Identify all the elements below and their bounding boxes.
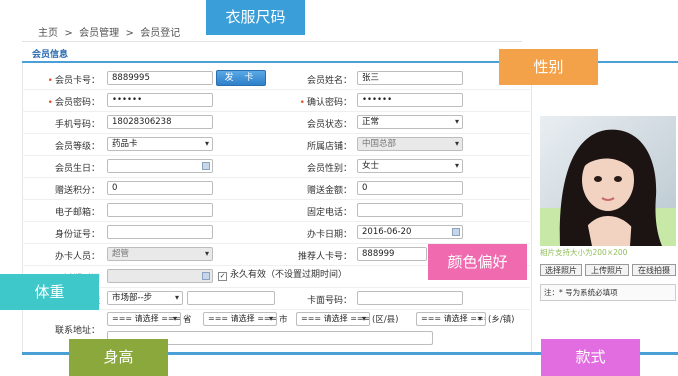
tag-weight: 体重 (0, 274, 99, 310)
password-label: • 会员密码： (47, 98, 100, 108)
city-select[interactable]: === 请选择 === (203, 312, 277, 326)
photo-caption: 相片支持大小为200×200 (540, 248, 628, 257)
select-photo-button[interactable]: 选择照片 (540, 264, 582, 276)
status-select[interactable]: 正常 (357, 115, 463, 129)
section-title: 会员信息 (32, 50, 69, 60)
tag-clothes-size: 衣服尺码 (206, 0, 305, 35)
row-divider (22, 199, 530, 200)
breadcrumb-home[interactable]: 主页 (38, 28, 58, 39)
breadcrumb: 主页 > 会员管理 > 会员登记 (38, 24, 180, 39)
gender-label: 会员性别： (306, 164, 352, 174)
card-number-label: • 会员卡号： (47, 76, 100, 86)
expiry-input[interactable] (107, 269, 213, 283)
email-input[interactable] (107, 203, 213, 217)
landline-label: 固定电话： (306, 208, 352, 218)
card-date-input[interactable]: 2016-06-20 (357, 225, 463, 239)
member-name-input[interactable]: 张三 (357, 71, 463, 85)
district-suffix: (区/县) (372, 315, 399, 325)
staff-input[interactable] (187, 291, 275, 305)
birthday-input[interactable] (107, 159, 213, 173)
handler-label: 办卡人员： (54, 252, 100, 262)
divider (22, 41, 522, 42)
phone-input[interactable]: 18028306238 (107, 115, 213, 129)
row-divider (22, 111, 530, 112)
confirm-password-label: • 确认密码： (299, 98, 352, 108)
province-select[interactable]: === 请选择 === (107, 312, 181, 326)
confirm-password-input[interactable]: •••••• (357, 93, 463, 107)
calendar-icon[interactable] (202, 272, 210, 280)
status-label: 会员状态： (306, 120, 352, 130)
handler-select[interactable]: 超管 (107, 247, 213, 261)
birthday-label: 会员生日： (54, 164, 100, 174)
landline-input[interactable] (357, 203, 463, 217)
phone-label: 手机号码： (54, 120, 100, 130)
row-divider (22, 133, 530, 134)
breadcrumb-separator: > (64, 28, 73, 39)
referrer-input[interactable]: 888999 (357, 247, 427, 261)
town-select[interactable]: === 请选择 === (416, 312, 486, 326)
level-select[interactable]: 药品卡 (107, 137, 213, 151)
row-divider (22, 89, 530, 90)
gift-amount-label: 赠送金额： (306, 186, 352, 196)
tag-style: 款式 (541, 339, 640, 376)
row-divider (22, 221, 530, 222)
referrer-label: 推荐人卡号： (297, 252, 352, 262)
id-card-label: 身份证号： (54, 230, 100, 240)
card-number-input[interactable]: 8889995 (107, 71, 213, 85)
breadcrumb-member-register: 会员登记 (140, 28, 181, 39)
row-divider (22, 155, 530, 156)
address-label: 联系地址： (54, 326, 100, 336)
gift-amount-input[interactable]: 0 (357, 181, 463, 195)
issue-card-button[interactable]: 发 卡 (216, 70, 266, 86)
email-label: 电子邮箱： (54, 208, 100, 218)
tag-gender: 性别 (499, 49, 598, 85)
district-select[interactable]: === 请选择 === (296, 312, 370, 326)
level-label: 会员等级： (54, 142, 100, 152)
store-label: 所属店铺： (306, 142, 352, 152)
store-select[interactable]: 中国总部 (357, 137, 463, 151)
member-name-label: 会员姓名： (306, 76, 352, 86)
card-date-label: 办卡日期： (306, 230, 352, 240)
id-card-input[interactable] (107, 225, 213, 239)
tag-height: 身高 (69, 339, 168, 376)
never-expire-checkbox[interactable]: ✓ 永久有效（不设置过期时间） (218, 267, 347, 281)
staff-select[interactable]: 市场部--步 (107, 291, 183, 305)
required-note: 注：* 号为系统必填项 (540, 284, 676, 301)
card-face-input[interactable] (357, 291, 463, 305)
breadcrumb-separator: > (125, 28, 134, 39)
member-photo (540, 116, 676, 246)
online-capture-button[interactable]: 在线拍摄 (632, 264, 676, 276)
town-suffix: (乡/镇) (488, 315, 515, 325)
city-suffix: 市 (279, 315, 288, 325)
upload-photo-button[interactable]: 上传照片 (585, 264, 629, 276)
breadcrumb-member-management[interactable]: 会员管理 (79, 28, 119, 39)
gift-points-input[interactable]: 0 (107, 181, 213, 195)
tag-color-preference: 颜色偏好 (428, 244, 527, 280)
gender-select[interactable]: 女士 (357, 159, 463, 173)
card-face-label: 卡面号码： (306, 296, 352, 306)
checkbox-checked-icon[interactable]: ✓ (218, 272, 227, 281)
gift-points-label: 赠送积分： (54, 186, 100, 196)
row-divider (22, 177, 530, 178)
province-suffix: 省 (183, 315, 192, 325)
calendar-icon[interactable] (202, 162, 210, 170)
calendar-icon[interactable] (452, 228, 460, 236)
password-input[interactable]: •••••• (107, 93, 213, 107)
